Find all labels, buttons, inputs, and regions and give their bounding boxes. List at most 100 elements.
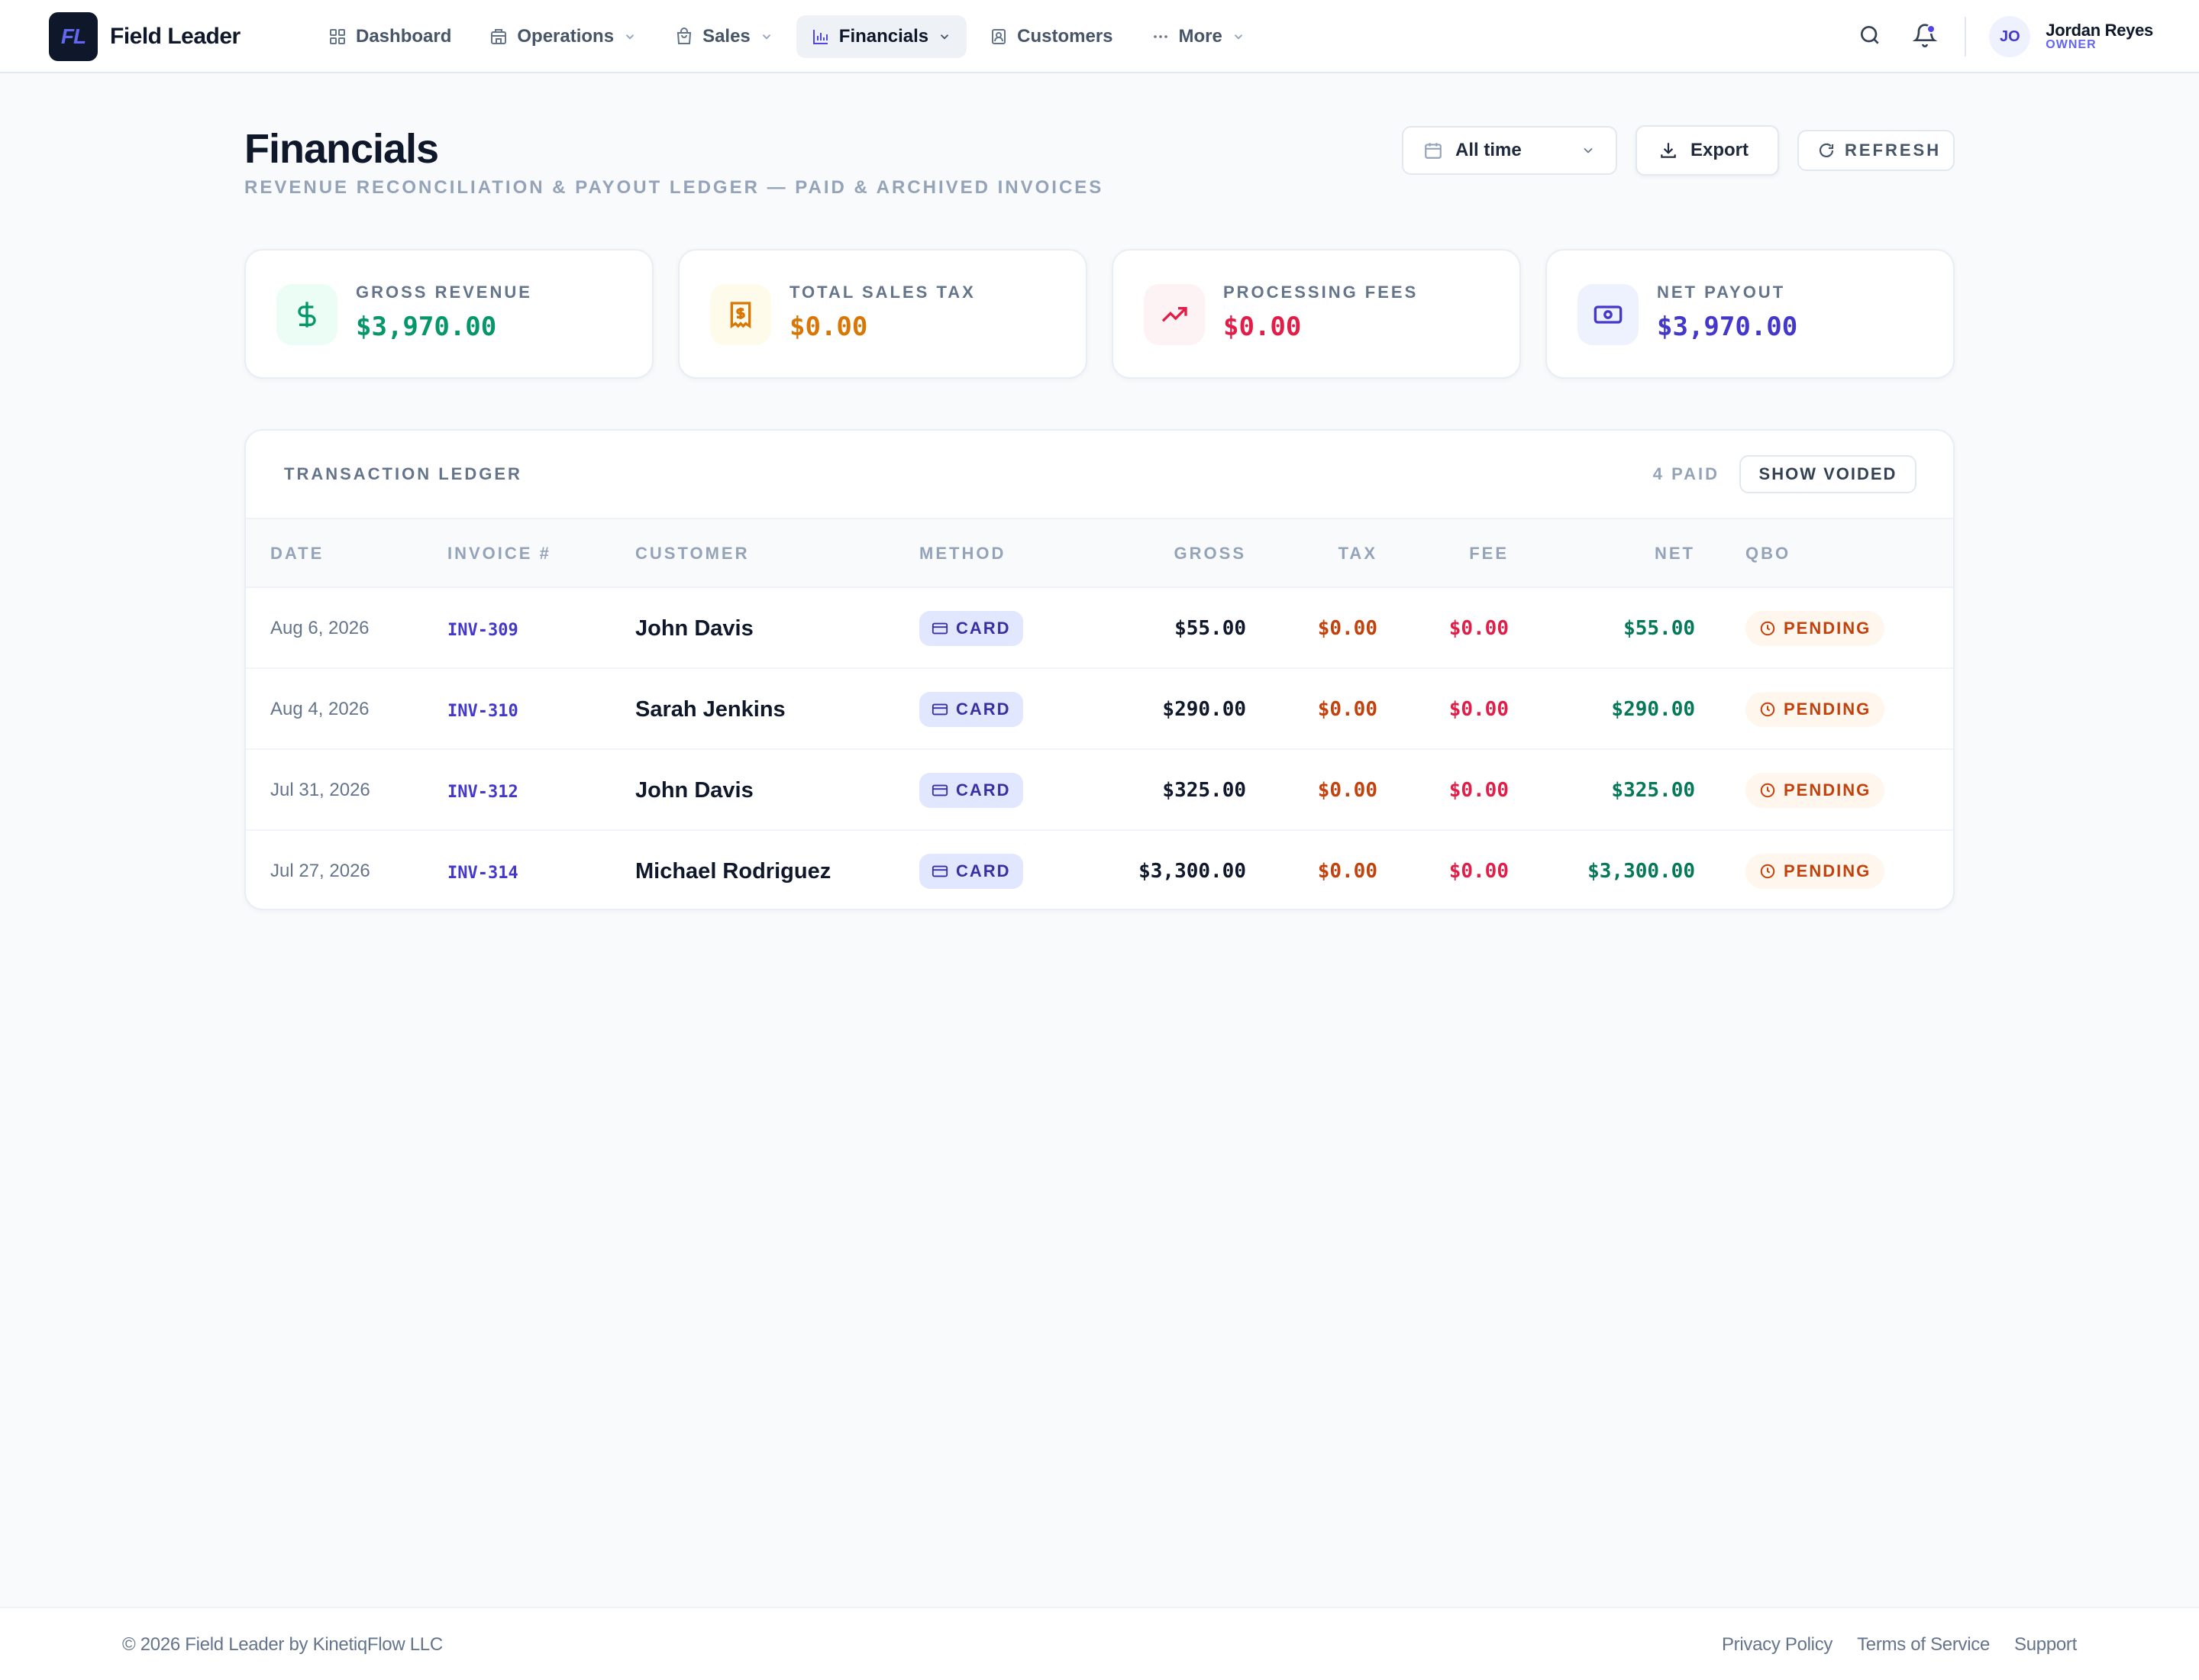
credit-card-icon: [932, 701, 948, 718]
invoice-link[interactable]: INV-312: [447, 750, 518, 831]
invoice-link[interactable]: INV-314: [447, 831, 518, 909]
column-header-net[interactable]: NET: [1655, 544, 1695, 564]
user-role: OWNER: [2046, 38, 2097, 51]
chevron-down-icon: [1581, 143, 1596, 158]
column-header-method[interactable]: METHOD: [919, 544, 1006, 564]
table-row[interactable]: Aug 6, 2026 INV-309 John Davis CARD $55.…: [246, 588, 1953, 669]
stat-value: $0.00: [1223, 312, 1302, 342]
customer-cell: John Davis: [635, 615, 754, 641]
fee-cell: $0.00: [1448, 617, 1509, 640]
date-cell: Aug 4, 2026: [270, 699, 370, 719]
method-badge: CARD: [919, 854, 1023, 889]
clock-icon: [1759, 701, 1776, 718]
column-header-qbo[interactable]: QBO: [1745, 544, 1791, 564]
search-button[interactable]: [1847, 14, 1893, 60]
nav-item-label: More: [1178, 26, 1222, 47]
method-badge: CARD: [919, 692, 1023, 727]
support-link[interactable]: Support: [2014, 1634, 2077, 1656]
table-row[interactable]: Jul 27, 2026 INV-314 Michael Rodriguez C…: [246, 831, 1953, 909]
column-header-customer[interactable]: CUSTOMER: [635, 544, 750, 564]
nav-item-customers[interactable]: Customers: [974, 15, 1128, 58]
privacy-policy-link[interactable]: Privacy Policy: [1722, 1634, 1832, 1656]
paid-count: 4 PAID: [1652, 464, 1719, 483]
date-cell: Jul 31, 2026: [270, 780, 370, 800]
column-header-invoice[interactable]: INVOICE #: [447, 544, 551, 564]
header-actions: All time Export REFRESH: [1402, 125, 1955, 176]
table-row[interactable]: Aug 4, 2026 INV-310 Sarah Jenkins CARD $…: [246, 669, 1953, 750]
stat-card-net-payout: NET PAYOUT $3,970.00: [1545, 249, 1955, 379]
gross-cell: $55.00: [1174, 617, 1246, 640]
column-header-date[interactable]: DATE: [270, 544, 324, 564]
top-right-controls: JO Jordan Reyes OWNER: [1838, 14, 2153, 60]
brand-logo: FL: [49, 12, 98, 61]
credit-card-icon: [932, 863, 948, 880]
calendar-icon: [1423, 141, 1443, 160]
table-row[interactable]: Jul 31, 2026 INV-312 John Davis CARD $32…: [246, 750, 1953, 831]
nav-item-dashboard[interactable]: Dashboard: [313, 15, 467, 58]
clock-icon: [1759, 863, 1776, 880]
qbo-cell: PENDING: [1745, 669, 1885, 750]
brand-name: Field Leader: [110, 24, 241, 49]
stat-card-processing-fees: PROCESSING FEES $0.00: [1112, 249, 1521, 379]
grid-icon: [328, 27, 347, 46]
nav-item-more[interactable]: More: [1136, 15, 1261, 58]
gross-cell: $3,300.00: [1138, 860, 1246, 883]
user-name: Jordan Reyes: [2046, 21, 2153, 40]
qbo-cell: PENDING: [1745, 750, 1885, 831]
refresh-label: REFRESH: [1845, 141, 1942, 160]
clock-icon: [1759, 620, 1776, 637]
ledger-header: TRANSACTION LEDGER 4 PAID SHOW VOIDED: [246, 431, 1953, 519]
nav-item-label: Customers: [1017, 26, 1113, 47]
refresh-button[interactable]: REFRESH: [1797, 130, 1955, 171]
column-header-gross[interactable]: GROSS: [1174, 544, 1246, 564]
page-title: Financials: [244, 126, 439, 172]
column-header-fee[interactable]: FEE: [1469, 544, 1509, 564]
receipt-icon: [710, 284, 771, 345]
clock-icon: [1759, 782, 1776, 799]
method-cell: CARD: [919, 750, 1023, 831]
user-menu[interactable]: Jordan Reyes OWNER: [2046, 22, 2153, 51]
notifications-button[interactable]: [1902, 14, 1948, 60]
export-button[interactable]: Export: [1636, 125, 1779, 176]
status-label: PENDING: [1784, 699, 1871, 719]
brand[interactable]: FL Field Leader: [49, 12, 241, 61]
copyright: © 2026 Field Leader by KinetiqFlow LLC: [122, 1634, 443, 1655]
avatar[interactable]: JO: [1989, 16, 2031, 57]
stat-card-gross-revenue: GROSS REVENUE $3,970.00: [244, 249, 654, 379]
tax-cell: $0.00: [1317, 860, 1377, 883]
stat-label: GROSS REVENUE: [356, 283, 532, 302]
qbo-cell: PENDING: [1745, 831, 1885, 909]
nav-item-label: Dashboard: [356, 26, 452, 47]
nav-item-operations[interactable]: Operations: [474, 15, 652, 58]
credit-card-icon: [932, 782, 948, 799]
nav-item-sales[interactable]: Sales: [660, 15, 789, 58]
date-range-select[interactable]: All time: [1402, 126, 1617, 175]
status-label: PENDING: [1784, 780, 1871, 800]
method-cell: CARD: [919, 831, 1023, 909]
column-header-tax[interactable]: TAX: [1338, 544, 1377, 564]
status-badge: PENDING: [1745, 773, 1885, 808]
search-icon: [1858, 23, 1882, 51]
show-voided-button[interactable]: SHOW VOIDED: [1739, 455, 1916, 493]
footer-links: Privacy Policy Terms of Service Support: [1697, 1634, 2077, 1656]
qbo-cell: PENDING: [1745, 588, 1885, 669]
download-icon: [1658, 141, 1678, 160]
divider: [1965, 17, 1967, 57]
nav-item-financials[interactable]: Financials: [796, 15, 967, 58]
bar-chart-icon: [812, 27, 830, 46]
trending-up-icon: [1144, 284, 1205, 345]
terms-of-service-link[interactable]: Terms of Service: [1857, 1634, 1990, 1656]
invoice-link[interactable]: INV-310: [447, 669, 518, 750]
status-label: PENDING: [1784, 619, 1871, 638]
tax-cell: $0.00: [1317, 698, 1377, 721]
main-nav: Dashboard Operations Sales Financials Cu…: [313, 15, 1268, 58]
stat-label: TOTAL SALES TAX: [790, 283, 976, 302]
building-icon: [489, 27, 508, 46]
status-label: PENDING: [1784, 861, 1871, 880]
nav-item-label: Operations: [517, 26, 615, 47]
method-badge: CARD: [919, 773, 1023, 808]
status-badge: PENDING: [1745, 692, 1885, 727]
transaction-ledger: TRANSACTION LEDGER 4 PAID SHOW VOIDED DA…: [244, 429, 1955, 910]
method-cell: CARD: [919, 588, 1023, 669]
invoice-link[interactable]: INV-309: [447, 588, 518, 669]
